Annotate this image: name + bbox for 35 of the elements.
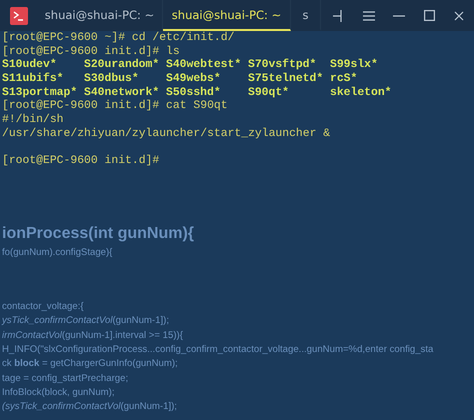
code-line: H_INFO("slxConfigurationProcess...config_confirm_contactor_voltage...gunNum=%d,enter config_sta (2, 344, 434, 356)
code-line: ysTick_confirmContactVol(gunNum-1]); (2, 315, 169, 328)
file-name: S40webtest* (166, 59, 242, 72)
code-line: ionProcess(int gunNum){ (2, 224, 194, 244)
terminal-line: [root@EPC-9600 init.d]# ls (2, 46, 180, 58)
file-name: S49webs* (166, 73, 221, 86)
terminal-line: /usr/share/zhiyuan/zylauncher/start_zylauncher & (2, 128, 330, 140)
file-name: S90qt* (248, 86, 290, 99)
file-name: S11ubifs* (2, 73, 64, 86)
file-name: S99slx* (330, 59, 378, 72)
tab[interactable]: s (291, 0, 321, 31)
file-name: S75telnetd* (248, 73, 324, 86)
file-name: rcS* (330, 73, 358, 86)
code-line: contactor_voltage:{ (2, 301, 84, 314)
code-line: ck block = getChargerGunInfo(gunNum); (2, 358, 178, 371)
file-name: S13portmap* (2, 86, 78, 99)
code-line: irmContactVol(gunNum-1].interval >= 15)){ (2, 330, 183, 342)
file-name: S50sshd* (166, 86, 221, 99)
terminal-line: #!/bin/sh (2, 114, 64, 126)
terminal-line: [root@EPC-9600 init.d]# cat S90qt (2, 100, 228, 112)
file-name: S40network* (84, 86, 160, 99)
tab[interactable]: shuai@shuai-PC: ~ (37, 0, 163, 31)
code-line: fo(gunNum).configStage){ (2, 246, 112, 260)
file-name: S70vsftpd* (248, 59, 316, 72)
terminal-line: [root@EPC-9600 init.d]# (2, 155, 160, 168)
code-line: tage = config_startPrecharge; (2, 372, 128, 385)
file-name: S30dbus* (84, 73, 139, 86)
terminal-line: [root@EPC-9600 ~]# cd /etc/init.d/ (2, 32, 234, 44)
terminal-icon (10, 7, 28, 25)
tab[interactable]: shuai@shuai-PC: ~ (163, 0, 291, 31)
file-name: S20urandom* (84, 59, 160, 72)
file-name: skeleton* (330, 86, 392, 99)
code-line: (sysTick_confirmContactVol(gunNum-1]); (2, 401, 177, 414)
file-name: S10udev* (2, 59, 57, 72)
code-line: InfoBlock(block, gunNum); (2, 386, 115, 400)
